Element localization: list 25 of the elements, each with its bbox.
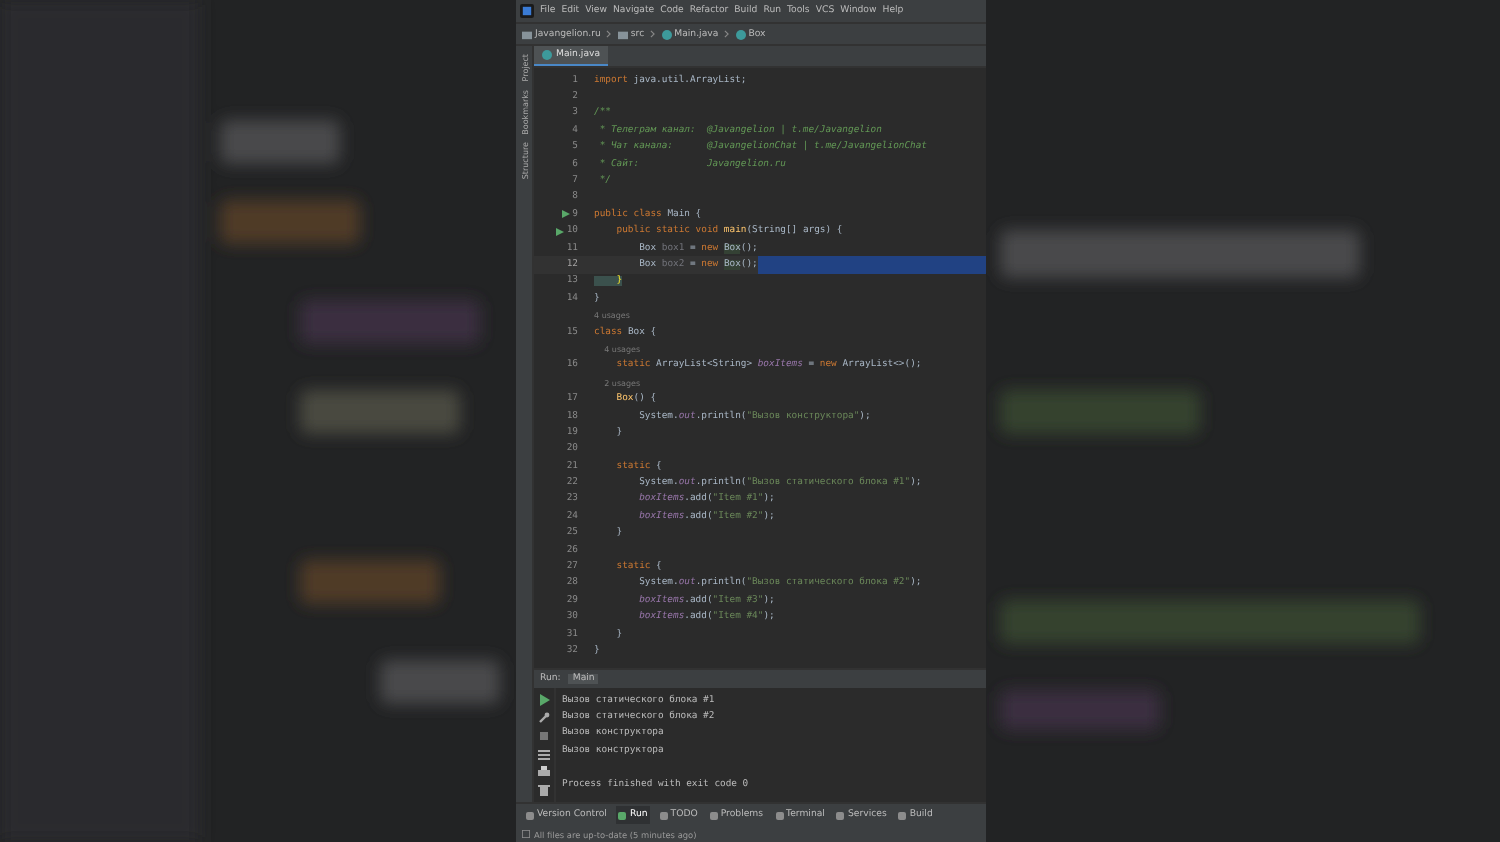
tool-icon bbox=[836, 811, 845, 819]
tool-icon bbox=[898, 811, 907, 819]
tool-icon bbox=[526, 811, 534, 819]
tool-icon bbox=[709, 811, 718, 819]
stop-icon[interactable] bbox=[538, 730, 550, 742]
app-logo-icon bbox=[520, 4, 534, 18]
class-icon bbox=[735, 29, 746, 39]
run-icon[interactable] bbox=[556, 227, 565, 236]
status-icon bbox=[522, 830, 530, 838]
class-icon bbox=[661, 29, 672, 39]
chevron-icon bbox=[606, 30, 612, 38]
tool-icon bbox=[775, 811, 784, 819]
list-icon[interactable] bbox=[538, 748, 550, 760]
tool-icon bbox=[659, 811, 668, 819]
printer-icon[interactable] bbox=[538, 766, 550, 778]
rerun-icon[interactable] bbox=[538, 694, 550, 706]
tool-icon bbox=[618, 811, 627, 819]
run-icon[interactable] bbox=[562, 210, 571, 219]
trash-icon[interactable] bbox=[538, 784, 550, 796]
chevron-icon bbox=[650, 30, 656, 38]
chevron-icon bbox=[724, 30, 730, 38]
folder-icon bbox=[522, 29, 532, 39]
folder-icon bbox=[617, 29, 628, 39]
class-icon bbox=[542, 50, 552, 60]
wrench-icon[interactable] bbox=[538, 712, 550, 724]
